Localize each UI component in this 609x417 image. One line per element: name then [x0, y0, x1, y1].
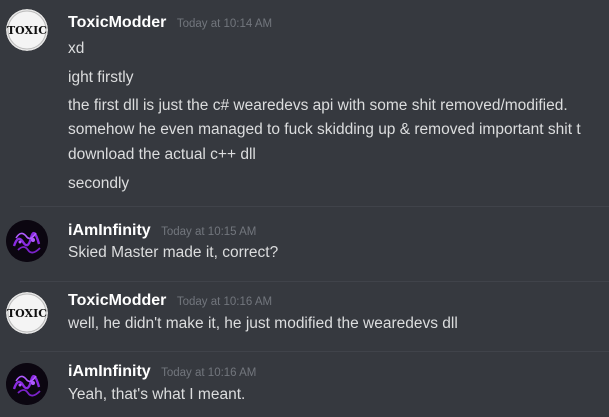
message-text: well, he didn't make it, he just modifie… — [68, 315, 458, 332]
toxic-avatar-icon: TOXIC — [6, 292, 48, 334]
toxic-avatar-icon: TOXIC — [6, 9, 48, 51]
avatar[interactable]: TOXIC — [6, 292, 48, 334]
chat-messages: TOXIC ToxicModder Today at 10:14 AM xd i… — [0, 0, 609, 417]
message-text: download the actual c++ dll — [68, 146, 256, 163]
message-group: TOXIC ToxicModder Today at 10:14 AM xd i… — [0, 0, 609, 208]
message-text: Yeah, that's what I meant. — [68, 386, 246, 403]
message-group: TOXIC ToxicModder Today at 10:16 AM well… — [0, 283, 609, 349]
message-timestamp: Today at 10:16 AM — [161, 367, 257, 379]
author-name[interactable]: ToxicModder — [68, 292, 166, 309]
purple-glyph-avatar-icon — [6, 220, 48, 262]
avatar[interactable] — [6, 363, 48, 405]
message-text: the first dll is just the c# wearedevs a… — [68, 97, 568, 114]
author-name[interactable]: ToxicModder — [68, 14, 166, 31]
svg-text:TOXIC: TOXIC — [7, 24, 47, 37]
message-text: Skied Master made it, correct? — [68, 244, 279, 261]
svg-text:TOXIC: TOXIC — [7, 307, 47, 320]
avatar[interactable] — [6, 220, 48, 262]
message-group: iAmInfinity Today at 10:16 AM Yeah, that… — [0, 353, 609, 417]
message-timestamp: Today at 10:16 AM — [176, 296, 273, 308]
message-timestamp: Today at 10:14 AM — [176, 18, 273, 30]
message-text: somehow he even managed to fuck skidding… — [68, 121, 581, 138]
message-timestamp: Today at 10:15 AM — [161, 226, 257, 238]
author-name[interactable]: iAmInfinity — [68, 222, 151, 239]
message-divider — [20, 206, 609, 207]
message-divider — [20, 351, 609, 352]
message-text: ight firstly — [68, 69, 134, 86]
message-text: xd — [68, 40, 85, 57]
purple-glyph-avatar-icon — [6, 363, 48, 405]
avatar[interactable]: TOXIC — [6, 9, 48, 51]
message-text: secondly — [68, 175, 130, 192]
author-name[interactable]: iAmInfinity — [68, 363, 151, 380]
message-group: iAmInfinity Today at 10:15 AM Skied Mast… — [0, 210, 609, 280]
message-divider — [20, 281, 609, 282]
